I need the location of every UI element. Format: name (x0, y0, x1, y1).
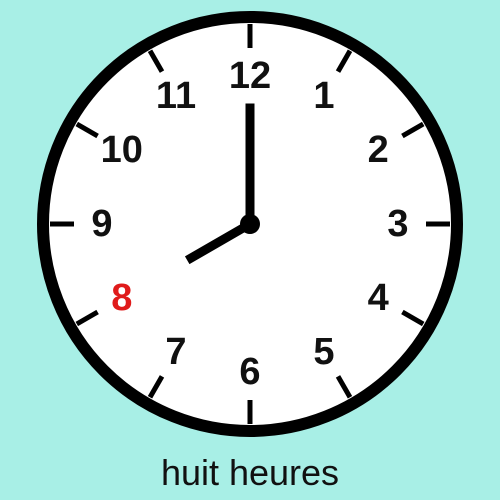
hour-numeral-highlighted: 8 (111, 277, 132, 319)
hour-numeral: 2 (368, 129, 389, 171)
hour-numeral: 6 (239, 351, 260, 393)
hour-numeral: 10 (101, 129, 143, 171)
clock-scene: 12 12 3 45 6 78 9 10 11 (0, 0, 500, 500)
center-pin (240, 214, 260, 234)
hour-numeral: 5 (313, 331, 334, 373)
hour-numeral: 12 (229, 55, 271, 97)
hour-numeral: 9 (91, 203, 112, 245)
time-caption: huit heures (160, 452, 340, 493)
hour-numeral: 11 (156, 75, 196, 117)
hour-numeral: 1 (313, 75, 334, 117)
hour-numeral: 7 (165, 331, 186, 373)
hour-numeral: 3 (387, 203, 408, 245)
hour-numeral: 4 (368, 277, 389, 319)
